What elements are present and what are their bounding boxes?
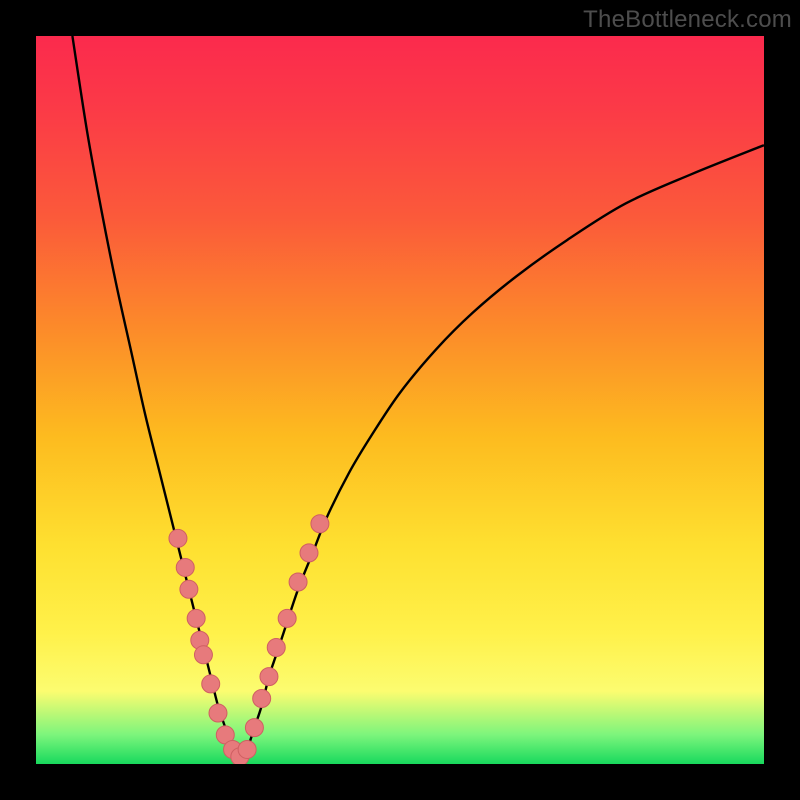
marker-15 xyxy=(267,639,285,657)
marker-0 xyxy=(169,529,187,547)
marker-7 xyxy=(209,704,227,722)
marker-2 xyxy=(180,580,198,598)
marker-1 xyxy=(176,558,194,576)
chart-svg xyxy=(36,36,764,764)
marker-18 xyxy=(300,544,318,562)
data-markers xyxy=(169,515,329,764)
marker-14 xyxy=(260,668,278,686)
curve-curve-right xyxy=(240,145,764,764)
chart-frame: TheBottleneck.com xyxy=(0,0,800,800)
watermark-text: TheBottleneck.com xyxy=(583,6,792,34)
marker-17 xyxy=(289,573,307,591)
marker-5 xyxy=(194,646,212,664)
plot-area xyxy=(36,36,764,764)
curve-lines xyxy=(72,36,764,764)
marker-19 xyxy=(311,515,329,533)
marker-12 xyxy=(245,719,263,737)
marker-11 xyxy=(238,740,256,758)
marker-13 xyxy=(253,689,271,707)
marker-3 xyxy=(187,609,205,627)
marker-16 xyxy=(278,609,296,627)
curve-curve-left xyxy=(72,36,239,764)
marker-6 xyxy=(202,675,220,693)
